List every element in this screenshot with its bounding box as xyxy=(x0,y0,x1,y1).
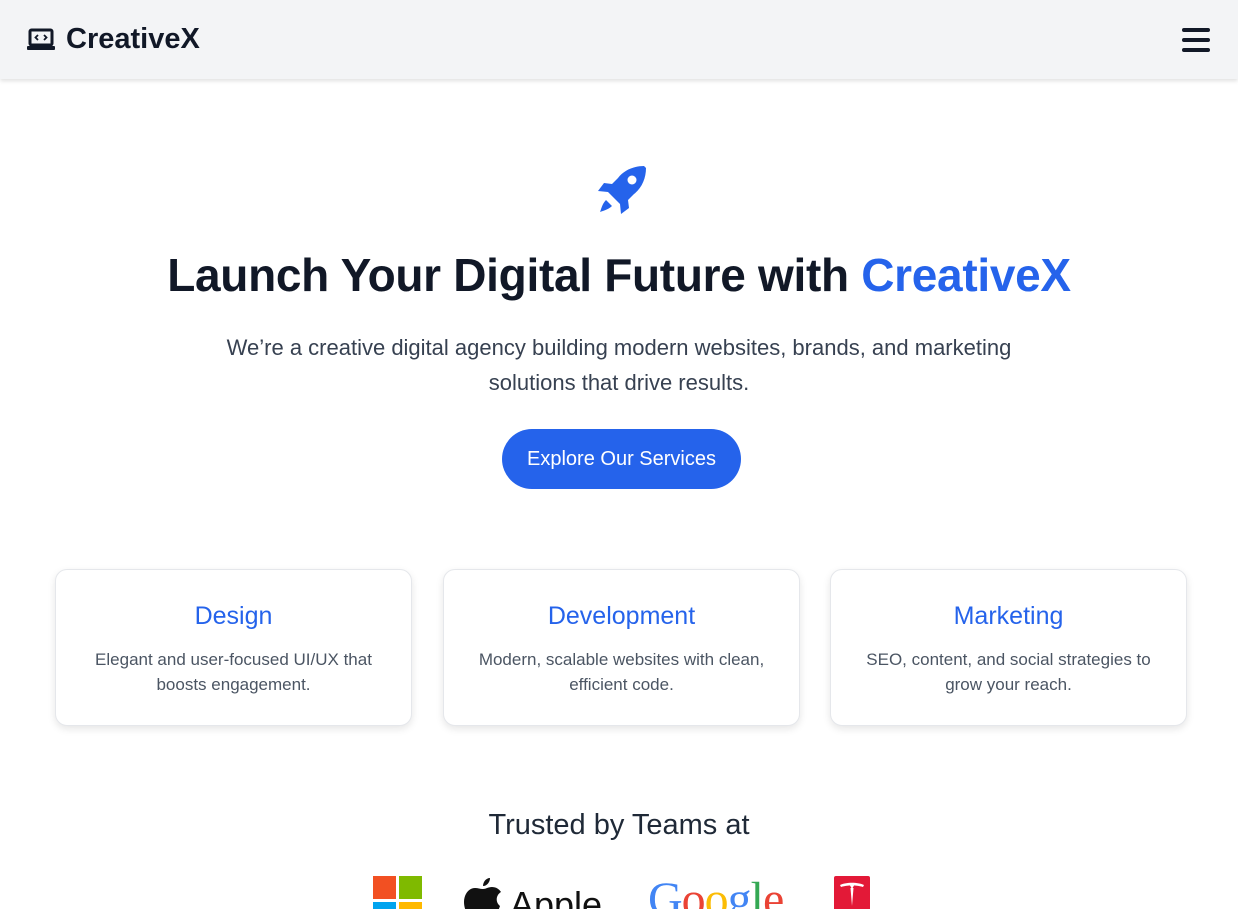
hero-title: Launch Your Digital Future with Creative… xyxy=(0,248,1238,302)
hero-title-accent: CreativeX xyxy=(861,249,1071,301)
apple-icon xyxy=(464,878,501,909)
service-card-title: Marketing xyxy=(953,602,1064,630)
hero-title-main: Launch Your Digital Future with xyxy=(167,249,862,301)
laptop-code-icon xyxy=(26,27,56,53)
service-card-title: Design xyxy=(194,602,273,630)
brand-logo[interactable]: CreativeX xyxy=(26,23,200,56)
brand-name: CreativeX xyxy=(66,23,200,55)
microsoft-logo xyxy=(373,876,423,909)
apple-wordmark: Apple xyxy=(510,884,603,909)
service-card-description: Elegant and user-focused UI/UX that boos… xyxy=(95,650,372,694)
hamburger-menu-icon[interactable] xyxy=(1182,25,1212,55)
hero-subtitle: We’re a creative digital agency building… xyxy=(226,335,1012,395)
apple-logo: Apple xyxy=(462,876,612,909)
explore-services-button[interactable]: Explore Our Services xyxy=(502,429,741,489)
service-card-description: Modern, scalable websites with clean, ef… xyxy=(478,650,765,694)
service-card-description: SEO, content, and social strategies to g… xyxy=(866,650,1151,694)
service-card-design: Design Elegant and user-focused UI/UX th… xyxy=(55,569,412,726)
service-card-development: Development Modern, scalable websites wi… xyxy=(443,569,800,726)
top-navbar: CreativeX xyxy=(0,0,1238,79)
google-logo: Google xyxy=(648,873,784,909)
service-card-marketing: Marketing SEO, content, and social strat… xyxy=(830,569,1187,726)
rocket-icon xyxy=(596,164,648,216)
client-logos: Apple Google xyxy=(0,872,1238,909)
trusted-title: Trusted by Teams at xyxy=(488,809,750,841)
tesla-logo xyxy=(834,876,870,909)
service-card-title: Development xyxy=(547,602,696,630)
